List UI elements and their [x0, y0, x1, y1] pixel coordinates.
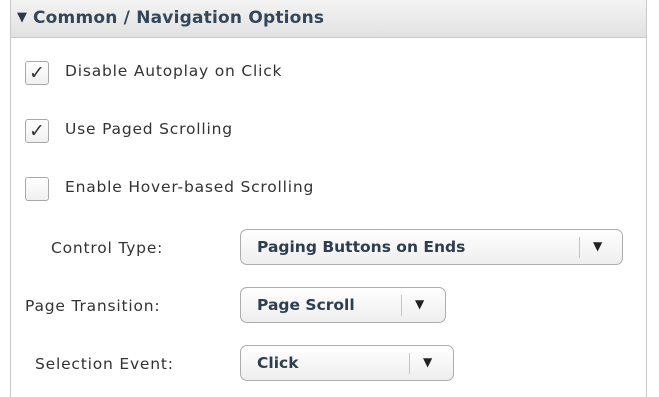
paged-scrolling-label[interactable]: Use Paged Scrolling	[65, 120, 233, 138]
navigation-options-panel: ▼ Common / Navigation Options ✓ Disable …	[10, 0, 647, 397]
selection-event-value: Click	[257, 354, 299, 372]
control-type-select[interactable]: Paging Buttons on Ends ▼	[240, 229, 623, 265]
control-type-value: Paging Buttons on Ends	[257, 238, 466, 256]
chevron-down-icon[interactable]: ▼	[423, 355, 432, 369]
hover-scrolling-checkbox[interactable]	[25, 177, 49, 201]
control-type-label: Control Type:	[51, 239, 164, 257]
select-divider	[409, 353, 410, 374]
collapse-triangle-icon[interactable]: ▼	[17, 10, 27, 25]
section-header[interactable]: ▼ Common / Navigation Options	[11, 0, 646, 38]
disable-autoplay-checkbox[interactable]: ✓	[25, 61, 49, 85]
selection-event-label: Selection Event:	[35, 355, 174, 373]
chevron-down-icon[interactable]: ▼	[415, 297, 424, 311]
page-transition-value: Page Scroll	[257, 296, 355, 314]
disable-autoplay-label[interactable]: Disable Autoplay on Click	[65, 62, 282, 80]
chevron-down-icon[interactable]: ▼	[593, 239, 602, 253]
paged-scrolling-checkbox[interactable]: ✓	[25, 119, 49, 143]
select-divider	[579, 237, 580, 258]
section-title: Common / Navigation Options	[33, 8, 325, 28]
select-divider	[401, 295, 402, 316]
selection-event-select[interactable]: Click ▼	[240, 345, 454, 381]
checkmark-icon: ✓	[29, 62, 45, 84]
hover-scrolling-label[interactable]: Enable Hover-based Scrolling	[65, 178, 314, 196]
page-transition-label: Page Transition:	[25, 297, 161, 315]
page-transition-select[interactable]: Page Scroll ▼	[240, 287, 446, 323]
checkmark-icon: ✓	[29, 120, 45, 142]
